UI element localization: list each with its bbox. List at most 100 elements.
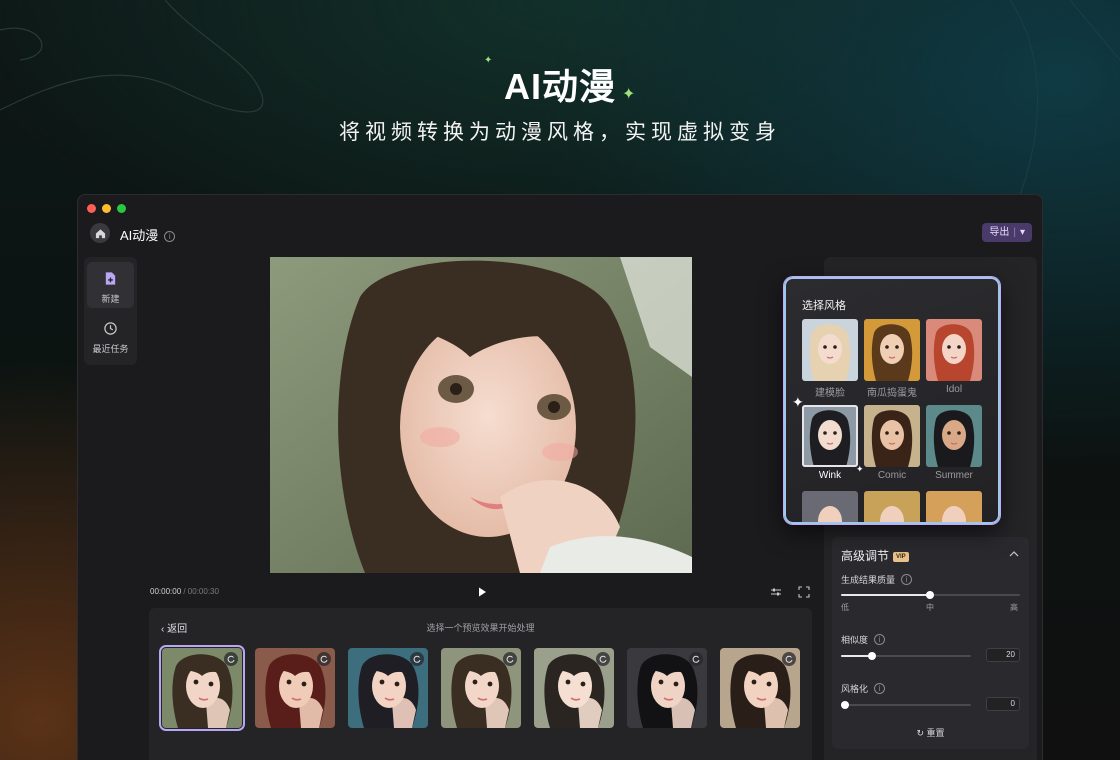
reset-button[interactable]: ↻ 重置 bbox=[832, 726, 1029, 739]
style-option[interactable]: Idol bbox=[926, 319, 982, 395]
style-preview-image bbox=[926, 405, 982, 467]
quality-low-label: 低 bbox=[841, 603, 849, 612]
current-time: 00:00:00 / 00:00:30 bbox=[150, 587, 219, 596]
effect-thumbnail[interactable] bbox=[627, 648, 707, 728]
chevron-up-icon[interactable] bbox=[1009, 550, 1019, 557]
style-option[interactable] bbox=[926, 491, 982, 522]
sidebar: 新建 最近任务 bbox=[84, 257, 137, 365]
sparkle-icon: ✦ bbox=[484, 55, 493, 66]
quality-label: 生成结果质量 i bbox=[841, 573, 913, 586]
hero-subtitle: 将视频转换为动漫风格，实现虚拟变身 bbox=[339, 121, 781, 144]
effect-thumbnail[interactable] bbox=[441, 648, 521, 728]
export-button[interactable]: 导出 | ▾ bbox=[982, 223, 1032, 242]
similarity-slider[interactable] bbox=[841, 652, 971, 660]
info-icon[interactable]: i bbox=[874, 683, 886, 694]
advanced-settings: 高级调节 VIP 生成结果质量 i 低 中 高 相似度 i 20 风格化 i 0 ↻ 重… bbox=[832, 537, 1029, 749]
vip-badge: VIP bbox=[893, 552, 909, 562]
sidebar-item-recent[interactable]: 最近任务 bbox=[87, 312, 134, 358]
effect-thumbnails bbox=[159, 645, 800, 731]
style-option[interactable]: 建模脸 bbox=[802, 319, 858, 399]
quality-high-label: 高 bbox=[1010, 603, 1018, 612]
sidebar-item-label: 最近任务 bbox=[92, 344, 129, 354]
maximize-window-button[interactable] bbox=[117, 204, 126, 213]
style-preview-image bbox=[802, 405, 858, 467]
strip-hint: 选择一个预览效果开始处理 bbox=[426, 623, 535, 633]
effect-thumbnail[interactable] bbox=[159, 645, 245, 731]
style-preview-image bbox=[864, 491, 920, 522]
style-option[interactable] bbox=[802, 491, 858, 522]
home-button[interactable] bbox=[90, 223, 110, 243]
app-title-text: AI动漫 bbox=[120, 228, 159, 243]
playback-bar: 00:00:00 / 00:00:30 bbox=[150, 585, 810, 601]
sidebar-item-new[interactable]: 新建 bbox=[87, 262, 134, 308]
style-picker-popup: 选择风格 建模脸 南瓜捣蛋鬼 Idol Wink Comic Summer ✦ ✦ bbox=[784, 277, 1000, 524]
style-option[interactable]: Comic bbox=[864, 405, 920, 481]
refresh-icon[interactable] bbox=[503, 652, 517, 666]
stylization-slider[interactable] bbox=[841, 701, 971, 709]
style-preview-image bbox=[802, 319, 858, 381]
style-picker-title: 选择风格 bbox=[802, 300, 846, 312]
toolbar: AI动漫 i 导出 | ▾ bbox=[78, 217, 1042, 249]
info-icon[interactable]: i bbox=[164, 231, 176, 242]
style-option[interactable]: 南瓜捣蛋鬼 bbox=[864, 319, 920, 399]
sidebar-item-label: 新建 bbox=[101, 294, 120, 304]
effect-thumbnail[interactable] bbox=[255, 648, 335, 728]
style-option-label: 南瓜捣蛋鬼 bbox=[867, 388, 917, 399]
refresh-icon[interactable] bbox=[782, 652, 796, 666]
stylization-label: 风格化 i bbox=[841, 682, 886, 695]
effect-thumbnail[interactable] bbox=[720, 648, 800, 728]
new-file-icon bbox=[105, 272, 116, 285]
style-option-label: Idol bbox=[945, 384, 963, 395]
window-controls bbox=[87, 204, 126, 213]
refresh-icon[interactable] bbox=[410, 652, 424, 666]
reset-label: 重置 bbox=[926, 728, 945, 738]
info-icon[interactable]: i bbox=[901, 574, 913, 585]
stylization-slider-knob[interactable] bbox=[841, 701, 849, 709]
similarity-label: 相似度 i bbox=[841, 633, 886, 646]
info-icon[interactable]: i bbox=[874, 634, 886, 645]
style-preview-image bbox=[926, 491, 982, 522]
home-icon bbox=[95, 228, 105, 238]
quality-mid-label: 中 bbox=[926, 603, 934, 612]
history-icon bbox=[104, 322, 117, 335]
effect-thumbnail[interactable] bbox=[534, 648, 614, 728]
effect-thumbnail[interactable] bbox=[348, 648, 428, 728]
refresh-icon[interactable] bbox=[224, 652, 238, 666]
sparkle-icon: ✦ bbox=[856, 464, 864, 474]
style-option[interactable]: Wink bbox=[802, 405, 858, 481]
quality-slider-knob[interactable] bbox=[926, 591, 934, 599]
play-icon[interactable] bbox=[475, 585, 489, 599]
style-option-label: Comic bbox=[877, 470, 907, 481]
stylization-value-input[interactable]: 0 bbox=[986, 697, 1020, 711]
style-option[interactable]: Summer bbox=[926, 405, 982, 481]
style-preview-image bbox=[864, 319, 920, 381]
minimize-window-button[interactable] bbox=[102, 204, 111, 213]
adjust-icon[interactable] bbox=[770, 586, 782, 598]
anime-portrait-image bbox=[270, 257, 692, 573]
refresh-icon[interactable] bbox=[689, 652, 703, 666]
style-option[interactable] bbox=[864, 491, 920, 522]
fullscreen-icon[interactable] bbox=[798, 586, 810, 598]
style-preview-image bbox=[926, 319, 982, 381]
similarity-slider-knob[interactable] bbox=[868, 652, 876, 660]
refresh-icon[interactable] bbox=[317, 652, 331, 666]
export-label: 导出 bbox=[989, 227, 1010, 238]
video-preview[interactable] bbox=[270, 257, 692, 573]
sparkle-icon: ✦ bbox=[622, 86, 636, 103]
style-preview-image bbox=[802, 491, 858, 522]
similarity-value-input[interactable]: 20 bbox=[986, 648, 1020, 662]
style-option-label: Wink bbox=[818, 470, 842, 481]
chevron-down-icon[interactable]: ▾ bbox=[1020, 227, 1025, 238]
preview-effects-panel: ‹ 返回 选择一个预览效果开始处理 bbox=[149, 608, 812, 760]
hero-title: AI动漫 bbox=[503, 66, 616, 107]
reset-icon: ↻ bbox=[916, 728, 924, 738]
style-option-label: Summer bbox=[935, 470, 973, 481]
quality-slider[interactable] bbox=[841, 591, 1020, 599]
close-window-button[interactable] bbox=[87, 204, 96, 213]
sparkle-icon: ✦ bbox=[792, 394, 804, 410]
refresh-icon[interactable] bbox=[596, 652, 610, 666]
style-option-label: 建模脸 bbox=[815, 388, 845, 399]
total-time: / 00:00:30 bbox=[181, 587, 219, 596]
style-preview-image bbox=[864, 405, 920, 467]
advanced-title: 高级调节 VIP bbox=[841, 547, 909, 564]
